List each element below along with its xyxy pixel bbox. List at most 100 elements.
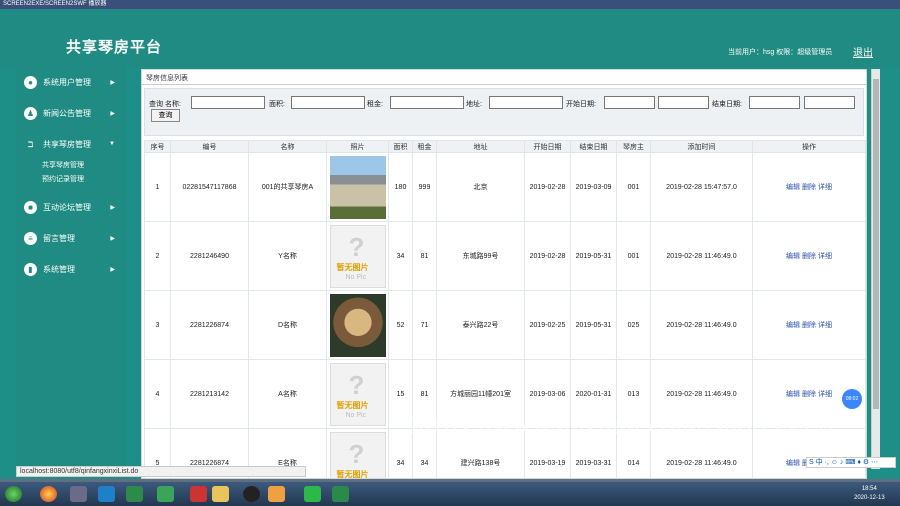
building-photo: [329, 155, 386, 219]
tray-date-text: 2020-12-13: [854, 495, 885, 501]
sidebar-item-forum[interactable]: ■ 互动论坛管理 ▶: [16, 197, 126, 217]
sidebar-item-piano-rooms[interactable]: ℶ 共享琴房管理 ▼: [16, 134, 126, 154]
start-date-from-input[interactable]: [604, 96, 655, 109]
ops-cell: 编辑删除详细: [752, 290, 866, 360]
detail-link[interactable]: 详细: [818, 184, 832, 191]
cell-added: 2019-02-28 15:47:57.0: [650, 152, 753, 222]
edit-link[interactable]: 编辑: [786, 460, 800, 467]
end-date-from-input[interactable]: [749, 96, 800, 109]
news-icon: ♟: [24, 106, 37, 120]
cell-area: 15: [388, 359, 413, 429]
cell-start: 2019-02-28: [524, 152, 571, 222]
col-header: 名称: [248, 140, 327, 153]
cell-address: 东城路99号: [436, 221, 525, 291]
vertical-scrollbar[interactable]: [871, 69, 880, 469]
float-badge[interactable]: 08:02: [842, 389, 862, 409]
edit-link[interactable]: 编辑: [786, 391, 800, 398]
sidebar-subitem-rooms[interactable]: 共享琴房管理: [42, 160, 84, 170]
edit-link[interactable]: 编辑: [786, 322, 800, 329]
chevron-down-icon: ▼: [109, 141, 115, 147]
cell-start: 2019-02-25: [524, 290, 571, 360]
folder-icon[interactable]: [212, 486, 229, 502]
chevron-right-icon: ▶: [110, 235, 115, 242]
cell-start: 2019-02-28: [524, 221, 571, 291]
table-header-row: 序号 编号 名称 照片 面积 租金 地址 开始日期 结束日期 琴房主 添加时间 …: [144, 140, 866, 153]
edit-link[interactable]: 编辑: [786, 253, 800, 260]
cell-area: 34: [388, 428, 413, 478]
detail-link[interactable]: 详细: [818, 391, 832, 398]
cell-rent: 999: [412, 152, 437, 222]
ime-toolbar[interactable]: S 中 ·, ☺ ♪ ⌨ ♦ ⚙ ⋯: [806, 457, 896, 468]
sidebar-item-label: 共享琴房管理: [43, 139, 91, 149]
tray-clock[interactable]: 18:54 2020-12-13: [854, 485, 885, 503]
piano-icon: ℶ: [27, 139, 34, 149]
window-titlebar: SCREEN2EXE/SCREEN2SWF 播放器: [0, 0, 900, 9]
table-row: 1 02281547117868 001的共享琴房A 180 999 北京 2019-02-…: [144, 152, 866, 222]
detail-link[interactable]: 详细: [818, 322, 832, 329]
chevron-right-icon: ▶: [110, 266, 115, 273]
cell-owner: 001: [616, 152, 651, 222]
col-header: 开始日期: [524, 140, 571, 153]
cell-added: 2019-02-28 11:46:49.0: [650, 221, 753, 291]
browser-icon[interactable]: [98, 486, 115, 502]
delete-link[interactable]: 删除: [802, 184, 816, 191]
table-row: 3 2281226874 D名称 52 71 泰兴路22号 2019-02-25 2019-0…: [144, 290, 866, 360]
edit-link[interactable]: 编辑: [786, 184, 800, 191]
terminal-icon[interactable]: [126, 486, 143, 502]
sidebar-item-news[interactable]: ♟ 新闻公告管理 ▶: [16, 103, 126, 123]
flash-icon[interactable]: [190, 486, 207, 502]
start-icon[interactable]: [5, 486, 22, 502]
detail-link[interactable]: 详细: [818, 253, 832, 260]
sidebar: ● 系统用户管理 ▶ ♟ 新闻公告管理 ▶ ℶ 共享琴房管理 ▼ 共享琴房管理 …: [16, 67, 126, 477]
end-date-to-input[interactable]: [804, 96, 855, 109]
delete-link[interactable]: 删除: [802, 391, 816, 398]
cell-seq: 4: [144, 359, 171, 429]
sidebar-item-label: 系统管理: [43, 264, 75, 274]
col-header: 结束日期: [570, 140, 617, 153]
sidebar-item-messages[interactable]: ≡ 留言管理 ▶: [16, 228, 126, 248]
cell-seq: 3: [144, 290, 171, 360]
no-pic-sub: No Pic: [345, 273, 367, 281]
cell-code: 2281226874: [170, 290, 249, 360]
search-button[interactable]: 查询: [151, 109, 180, 122]
delete-link[interactable]: 删除: [802, 322, 816, 329]
cell-area: 52: [388, 290, 413, 360]
chrome-icon[interactable]: [40, 486, 57, 502]
scroll-thumb[interactable]: [873, 79, 879, 409]
sidebar-item-users[interactable]: ● 系统用户管理 ▶: [16, 72, 126, 92]
sidebar-item-label: 新闻公告管理: [43, 108, 91, 118]
cell-address: 泰兴路22号: [436, 290, 525, 360]
cell-owner: 025: [616, 290, 651, 360]
no-picture-image: ?暂无图片No Pic: [329, 362, 386, 426]
media-icon[interactable]: [268, 486, 285, 502]
no-picture-image: ?暂无图片No Pic: [329, 431, 386, 478]
recorder-icon[interactable]: [332, 486, 349, 502]
user-info: 当前用户：hsg 权限：超级管理员: [728, 49, 833, 56]
settings-icon: ▮: [24, 262, 37, 276]
cell-name: Y名称: [248, 221, 327, 291]
rent-input[interactable]: [390, 96, 464, 109]
logout-link[interactable]: 退出: [853, 44, 873, 59]
cell-end: 2019-05-31: [570, 221, 617, 291]
user-icon: ●: [24, 75, 37, 89]
sidebar-item-system[interactable]: ▮ 系统管理 ▶: [16, 259, 126, 279]
address-input[interactable]: [489, 96, 563, 109]
cell-code: 2281246490: [170, 221, 249, 291]
question-icon: ?: [348, 369, 365, 400]
start-date-to-input[interactable]: [658, 96, 709, 109]
cell-name: 001的共享琴房A: [248, 152, 327, 222]
name-input[interactable]: [191, 96, 265, 109]
qq-icon[interactable]: [243, 486, 260, 502]
app-icon[interactable]: [70, 486, 87, 502]
cell-owner: 001: [616, 221, 651, 291]
sidebar-subitem-bookings[interactable]: 预约记录管理: [42, 174, 84, 184]
delete-link[interactable]: 删除: [802, 253, 816, 260]
question-icon: ?: [348, 231, 365, 262]
col-header: 序号: [144, 140, 171, 153]
area-input[interactable]: [291, 96, 365, 109]
chart-app-icon[interactable]: [157, 486, 174, 502]
chevron-right-icon: ▶: [110, 110, 115, 117]
name-label: 查询 名称:: [149, 101, 181, 108]
wechat-icon[interactable]: [304, 486, 321, 502]
cell-end: 2019-05-31: [570, 290, 617, 360]
